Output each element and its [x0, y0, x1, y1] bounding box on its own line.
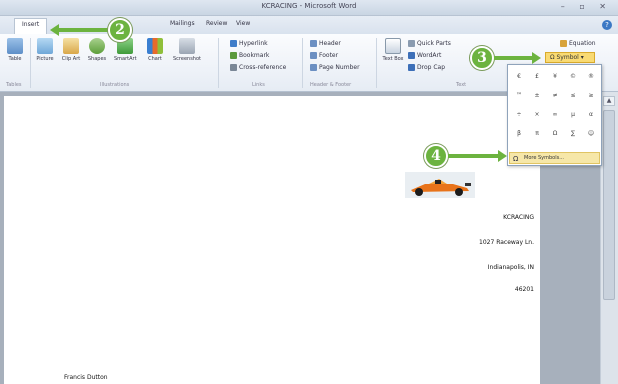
symbol-cell[interactable]: Ω [546, 130, 564, 137]
dropcap-icon [408, 64, 415, 71]
group-tables: Tables [6, 82, 22, 88]
arrow-shaft [58, 28, 110, 32]
symbol-cell[interactable]: α [582, 111, 600, 118]
quick-parts-button[interactable]: Quick Parts [408, 40, 451, 47]
symbol-cell[interactable]: ÷ [510, 111, 528, 118]
arrow-right-icon [532, 52, 541, 64]
symbol-cell[interactable]: £ [528, 73, 546, 80]
address-line-1: KCRACING [503, 214, 534, 221]
hyperlink-button[interactable]: Hyperlink [230, 40, 268, 47]
hyperlink-icon [230, 40, 237, 47]
group-header-footer: Header & Footer [310, 82, 352, 88]
group-links: Links [252, 82, 265, 88]
address-line-3: Indianapolis, IN [487, 264, 534, 271]
bookmark-icon [230, 52, 237, 59]
symbol-cell[interactable]: ≤ [564, 92, 582, 99]
clipart-icon [63, 38, 79, 54]
symbol-cell[interactable]: β [510, 130, 528, 137]
more-symbols-item[interactable]: Ω More Symbols... [509, 152, 600, 164]
symbol-cell[interactable]: ∞ [546, 111, 564, 118]
page-number-icon [310, 64, 317, 71]
signature-text: Francis Dutton [64, 374, 108, 381]
bookmark-button[interactable]: Bookmark [230, 52, 269, 59]
screenshot-icon [179, 38, 195, 54]
footer-button[interactable]: Footer [310, 52, 338, 59]
symbol-cell[interactable]: ≠ [546, 92, 564, 99]
race-car-image[interactable] [405, 172, 475, 198]
group-text: Text [456, 82, 467, 88]
window-controls[interactable]: – ▫ ✕ [561, 2, 612, 11]
table-button[interactable]: Table [4, 38, 26, 62]
wordart-icon [408, 52, 415, 59]
table-icon [7, 38, 23, 54]
symbol-button[interactable]: Ω Symbol ▾ [545, 52, 595, 63]
symbol-cell[interactable]: µ [564, 111, 582, 118]
symbol-cell[interactable]: ® [582, 73, 600, 80]
arrow-shaft [494, 56, 534, 60]
arrow-shaft [448, 154, 500, 158]
shapes-button[interactable]: Shapes [86, 38, 108, 62]
header-icon [310, 40, 317, 47]
shapes-icon [89, 38, 105, 54]
clipart-button[interactable]: Clip Art [60, 38, 82, 62]
scroll-thumb[interactable] [603, 110, 615, 300]
symbol-cell[interactable]: π [528, 130, 546, 137]
tab-mailings[interactable]: Mailings [170, 20, 195, 27]
omega-icon: Ω [513, 155, 519, 163]
window-title: KCRACING - Microsoft Word [261, 2, 357, 10]
symbol-cell[interactable]: ☺ [582, 130, 600, 137]
document-page[interactable] [4, 96, 540, 384]
symbol-cell[interactable]: ± [528, 92, 546, 99]
chart-icon [147, 38, 163, 54]
crossref-icon [230, 64, 237, 71]
symbol-cell[interactable]: € [510, 73, 528, 80]
page-number-button[interactable]: Page Number [310, 64, 360, 71]
title-bar: KCRACING - Microsoft Word – ▫ ✕ [0, 0, 618, 16]
picture-button[interactable]: Picture [34, 38, 56, 62]
help-icon[interactable]: ? [602, 20, 612, 30]
tab-insert[interactable]: Insert [14, 18, 48, 34]
address-line-4: 46201 [514, 286, 534, 293]
footer-icon [310, 52, 317, 59]
word-window: KCRACING - Microsoft Word – ▫ ✕ Insert M… [0, 0, 618, 384]
arrow-right-icon [498, 150, 507, 162]
callout-step-3: 3 [470, 46, 494, 70]
callout-step-2: 2 [108, 18, 132, 42]
picture-icon [37, 38, 53, 54]
symbol-dropdown: € £ ¥ © ® ™ ± ≠ ≤ ≥ ÷ × ∞ µ α β π Ω ∑ ☺ [507, 64, 602, 166]
dropcap-button[interactable]: Drop Cap [408, 64, 445, 71]
address-line-2: 1027 Raceway Ln. [479, 239, 534, 246]
scroll-up-arrow-icon[interactable]: ▲ [603, 96, 615, 106]
crossref-button[interactable]: Cross-reference [230, 64, 286, 71]
symbol-cell[interactable]: × [528, 111, 546, 118]
symbol-cell[interactable]: ¥ [546, 73, 564, 80]
header-button[interactable]: Header [310, 40, 341, 47]
tab-view[interactable]: View [236, 20, 250, 27]
textbox-button[interactable]: Text Box [382, 38, 404, 62]
symbol-cell[interactable]: ∑ [564, 130, 582, 137]
chart-button[interactable]: Chart [144, 38, 166, 62]
pi-icon [560, 40, 567, 47]
callout-step-4: 4 [424, 144, 448, 168]
equation-button[interactable]: Equation [560, 40, 596, 47]
symbol-cell[interactable]: ™ [510, 92, 528, 99]
quick-parts-icon [408, 40, 415, 47]
screenshot-button[interactable]: Screenshot [172, 38, 202, 62]
group-illustrations: Illustrations [100, 82, 130, 88]
wordart-button[interactable]: WordArt [408, 52, 441, 59]
symbol-cell[interactable]: © [564, 73, 582, 80]
tab-review[interactable]: Review [206, 20, 227, 27]
chevron-down-icon: ▾ [578, 54, 584, 61]
textbox-icon [385, 38, 401, 54]
symbol-cell[interactable]: ≥ [582, 92, 600, 99]
